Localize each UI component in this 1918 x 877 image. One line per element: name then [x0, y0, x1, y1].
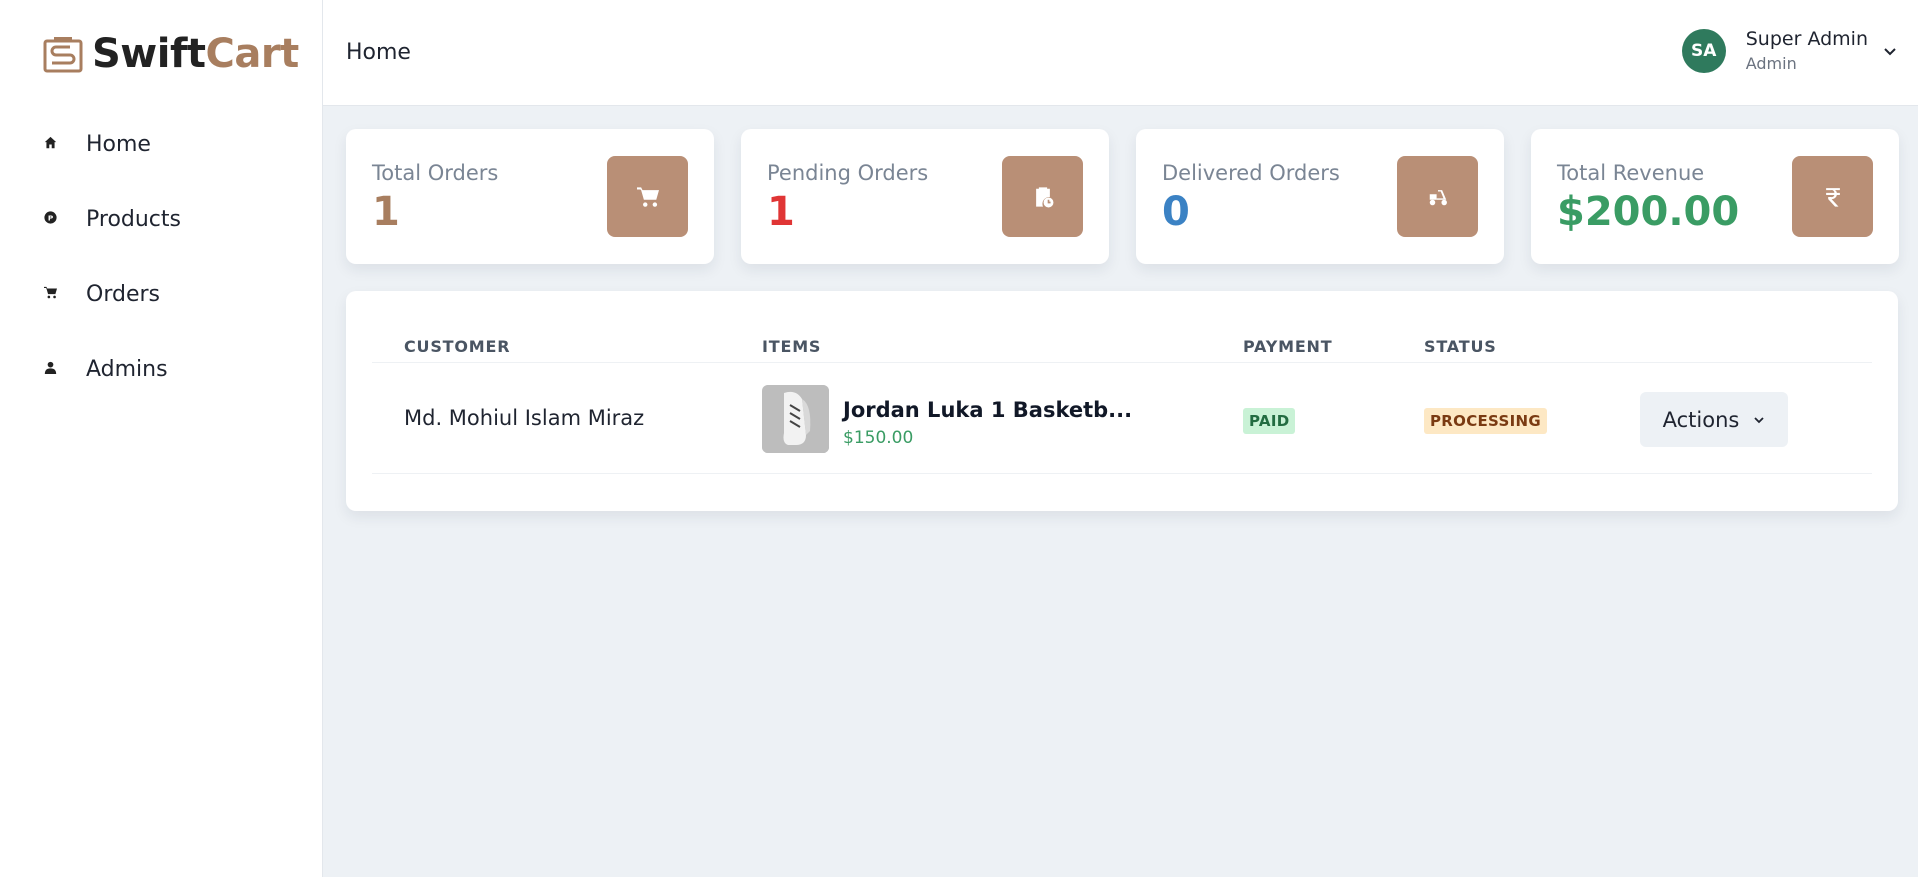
- shoe-image-icon: [762, 385, 829, 453]
- user-info: Super Admin Admin: [1746, 26, 1868, 76]
- customer-name: Md. Mohiul Islam Miraz: [404, 406, 645, 430]
- delivery-scooter-icon: [1397, 156, 1478, 237]
- sidebar-item-home[interactable]: Home: [0, 116, 322, 191]
- logo-icon: [43, 37, 83, 73]
- sidebar-item-orders[interactable]: Orders: [0, 266, 322, 341]
- home-icon: [43, 135, 57, 149]
- user-menu[interactable]: SA Super Admin Admin: [1681, 26, 1898, 76]
- sidebar-item-label: Orders: [86, 282, 160, 307]
- payment-status-badge: PAID: [1243, 408, 1296, 434]
- product-icon: P: [43, 210, 57, 224]
- stat-card-pending-orders: Pending Orders 1: [741, 129, 1109, 264]
- sidebar-item-products[interactable]: P Products: [0, 191, 322, 266]
- sidebar-nav: Home P Products Orders Admins: [0, 116, 322, 416]
- stat-value: 1: [372, 189, 400, 235]
- user-name: Super Admin: [1745, 28, 1868, 50]
- table-header: CUSTOMER ITEMS PAYMENT STATUS: [372, 321, 1872, 363]
- brand-logo[interactable]: SwiftCart: [42, 32, 299, 76]
- stat-card-total-orders: Total Orders 1: [346, 129, 714, 264]
- stat-value: $200.00: [1557, 189, 1740, 235]
- column-header-status: STATUS: [1424, 337, 1497, 356]
- stat-value: 1: [767, 189, 795, 235]
- stat-card-total-revenue: Total Revenue $200.00: [1531, 129, 1899, 264]
- column-header-customer: CUSTOMER: [404, 337, 511, 356]
- product-thumbnail: [762, 385, 829, 453]
- cart-icon: [43, 285, 57, 299]
- clipboard-clock-icon: [1002, 156, 1083, 237]
- stat-label: Total Revenue: [1557, 161, 1705, 185]
- brand-name-part1: Swift: [92, 31, 206, 77]
- orders-table-panel: CUSTOMER ITEMS PAYMENT STATUS Md. Mohiul…: [346, 291, 1898, 511]
- avatar: SA: [1681, 29, 1726, 73]
- sidebar-item-label: Products: [86, 207, 181, 232]
- rupee-icon: [1792, 156, 1873, 237]
- top-header: Home SA Super Admin Admin: [323, 0, 1918, 106]
- order-status-badge: PROCESSING: [1424, 408, 1547, 434]
- stat-label: Pending Orders: [767, 161, 929, 185]
- column-header-payment: PAYMENT: [1243, 337, 1333, 356]
- actions-dropdown-button[interactable]: Actions: [1640, 392, 1788, 447]
- stat-value: 0: [1162, 189, 1190, 235]
- page-title: Home: [346, 40, 411, 65]
- svg-text:P: P: [47, 213, 53, 222]
- chevron-down-icon: [1754, 416, 1764, 423]
- actions-label: Actions: [1662, 407, 1740, 432]
- sidebar: SwiftCart Home P Products Orders Admins: [0, 0, 323, 877]
- table-row: Md. Mohiul Islam Miraz Jordan Luka 1 Bas…: [372, 364, 1872, 474]
- sidebar-item-label: Admins: [86, 357, 168, 382]
- item-price: $150.00: [843, 428, 914, 448]
- stat-label: Total Orders: [372, 161, 499, 185]
- item-name[interactable]: Jordan Luka 1 Basketb...: [843, 398, 1132, 422]
- sidebar-item-label: Home: [86, 132, 151, 157]
- chevron-down-icon: [1884, 48, 1896, 56]
- brand-name-part2: Cart: [205, 31, 300, 77]
- user-icon: [43, 360, 57, 374]
- user-role: Admin: [1745, 54, 1797, 73]
- stat-card-delivered-orders: Delivered Orders 0: [1136, 129, 1504, 264]
- stat-label: Delivered Orders: [1162, 161, 1340, 185]
- stats-row: Total Orders 1 Pending Orders 1 Delivere…: [346, 129, 1899, 264]
- column-header-items: ITEMS: [762, 337, 822, 356]
- sidebar-item-admins[interactable]: Admins: [0, 341, 322, 416]
- cart-icon: [607, 156, 688, 237]
